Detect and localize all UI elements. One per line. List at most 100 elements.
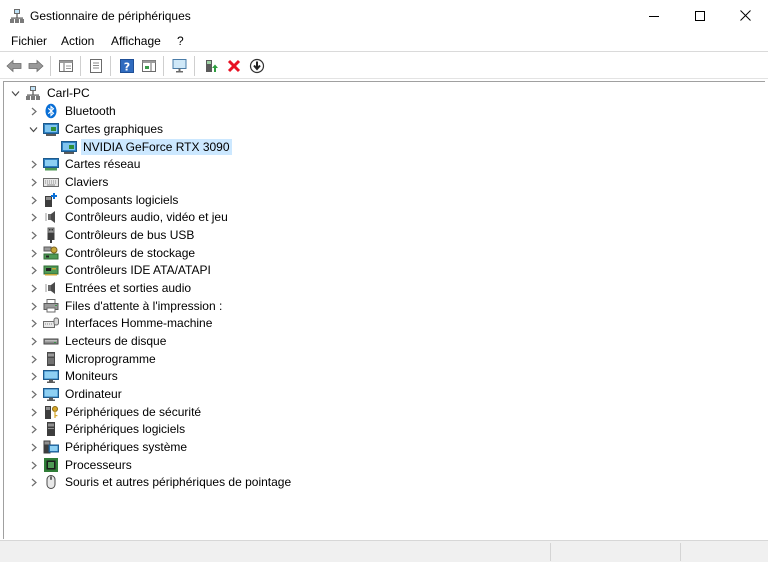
toolbar-separator — [194, 56, 195, 76]
display-adapter-icon — [61, 141, 77, 154]
chevron-right-icon[interactable] — [26, 297, 40, 315]
software-component-icon — [45, 193, 57, 207]
tree-category-print-queues[interactable]: Files d'attente à l'impression : — [26, 297, 224, 315]
tree-root-node[interactable]: Carl-PC — [8, 84, 92, 102]
minimize-icon — [649, 15, 659, 17]
forward-button[interactable] — [27, 57, 45, 75]
chevron-right-icon[interactable] — [26, 314, 40, 332]
tree-category-usb-controllers[interactable]: Contrôleurs de bus USB — [26, 226, 196, 244]
tree-category-software-devices[interactable]: Périphériques logiciels — [26, 420, 187, 438]
tree-category-label: Composants logiciels — [65, 193, 179, 207]
tree-category-mice[interactable]: Souris et autres périphériques de pointa… — [26, 473, 293, 491]
update-driver-button[interactable] — [202, 57, 220, 75]
storage-controller-icon — [43, 246, 59, 260]
tree-category-label: Périphériques système — [65, 440, 188, 454]
svg-text:?: ? — [124, 61, 130, 74]
chevron-right-icon[interactable] — [26, 385, 40, 403]
disable-device-button[interactable] — [248, 57, 266, 75]
tree-category-system-devices[interactable]: Périphériques système — [26, 438, 189, 456]
tree-category-network-adapters[interactable]: Cartes réseau — [26, 155, 142, 173]
chevron-right-icon[interactable] — [26, 420, 40, 438]
update-driver-icon — [206, 60, 218, 72]
window-title: Gestionnaire de périphériques — [30, 9, 191, 23]
chevron-right-icon[interactable] — [26, 456, 40, 474]
device-manager-icon — [10, 9, 24, 23]
chevron-right-icon[interactable] — [26, 173, 40, 191]
status-pane — [680, 543, 768, 561]
chevron-right-icon[interactable] — [26, 226, 40, 244]
chevron-right-icon[interactable] — [26, 279, 40, 297]
menu-affichage[interactable]: Affichage — [111, 34, 161, 48]
tree-category-label: Contrôleurs de stockage — [65, 246, 196, 260]
uninstall-device-icon — [227, 59, 241, 73]
chevron-right-icon[interactable] — [26, 208, 40, 226]
tree-category-processors[interactable]: Processeurs — [26, 456, 134, 474]
tree-category-label: Moniteurs — [65, 369, 118, 383]
tree-category-label: Contrôleurs audio, vidéo et jeu — [65, 210, 228, 224]
tree-category-audio-inputs-outputs[interactable]: Entrées et sorties audio — [26, 279, 193, 297]
tree-category-keyboards[interactable]: Claviers — [26, 173, 110, 191]
tree-category-label: Cartes réseau — [65, 157, 141, 171]
toolbar-separator — [163, 56, 164, 76]
minimize-button[interactable] — [631, 0, 677, 31]
properties-icon — [90, 59, 102, 73]
tree-category-sound-video-game-controllers[interactable]: Contrôleurs audio, vidéo et jeu — [26, 208, 230, 226]
toolbar-separator — [50, 56, 51, 76]
chevron-right-icon[interactable] — [26, 191, 40, 209]
tree-category-monitors[interactable]: Moniteurs — [26, 367, 120, 385]
tree-category-software-components[interactable]: Composants logiciels — [26, 191, 180, 209]
usb-icon — [47, 227, 55, 243]
display-adapter-icon — [43, 123, 59, 136]
maximize-button[interactable] — [677, 0, 723, 31]
chevron-right-icon[interactable] — [26, 261, 40, 279]
forward-arrow-icon — [28, 59, 44, 73]
chevron-right-icon[interactable] — [26, 403, 40, 421]
tree-device-nvidia-geforce-rtx-3090[interactable]: NVIDIA GeForce RTX 3090 — [44, 138, 232, 156]
uninstall-device-button[interactable] — [225, 57, 243, 75]
toolbar-separator — [110, 56, 111, 76]
speaker-icon — [45, 282, 55, 294]
chevron-right-icon[interactable] — [26, 367, 40, 385]
close-button[interactable] — [722, 0, 768, 31]
tree-category-disk-drives[interactable]: Lecteurs de disque — [26, 332, 168, 350]
action-pane-button[interactable] — [140, 57, 158, 75]
menu-action[interactable]: Action — [61, 34, 94, 48]
tree-category-bluetooth[interactable]: Bluetooth — [26, 102, 118, 120]
device-tree[interactable]: Carl-PC Bluetooth Cartes graphiques NVID… — [3, 81, 765, 539]
bluetooth-icon — [45, 103, 57, 119]
tree-category-computer[interactable]: Ordinateur — [26, 385, 124, 403]
system-device-icon — [43, 440, 59, 454]
show-hide-console-tree-button[interactable] — [57, 57, 75, 75]
chevron-right-icon[interactable] — [26, 350, 40, 368]
firmware-icon — [47, 352, 55, 366]
tree-category-ide-controllers[interactable]: Contrôleurs IDE ATA/ATAPI — [26, 261, 213, 279]
menu-help[interactable]: ? — [177, 34, 184, 48]
chevron-right-icon[interactable] — [26, 102, 40, 120]
chevron-down-icon[interactable] — [26, 120, 40, 138]
properties-button[interactable] — [87, 57, 105, 75]
tree-category-security-devices[interactable]: Périphériques de sécurité — [26, 403, 203, 421]
help-button[interactable]: ? — [118, 57, 136, 75]
tree-category-label: Interfaces Homme-machine — [65, 316, 213, 330]
title-bar: Gestionnaire de périphériques — [0, 0, 768, 31]
back-button[interactable] — [5, 57, 23, 75]
tree-category-human-interface-devices[interactable]: Interfaces Homme-machine — [26, 314, 214, 332]
chevron-right-icon[interactable] — [26, 473, 40, 491]
tree-category-label: Microprogramme — [65, 352, 156, 366]
chevron-right-icon[interactable] — [26, 155, 40, 173]
chevron-right-icon[interactable] — [26, 244, 40, 262]
chevron-right-icon[interactable] — [26, 438, 40, 456]
disable-device-icon — [249, 58, 265, 74]
menu-fichier[interactable]: Fichier — [11, 34, 47, 48]
tree-category-display-adapters[interactable]: Cartes graphiques — [26, 120, 165, 138]
chevron-down-icon[interactable] — [8, 84, 22, 102]
mouse-icon — [46, 475, 56, 489]
tree-device-label: NVIDIA GeForce RTX 3090 — [81, 139, 232, 155]
tree-category-firmware[interactable]: Microprogramme — [26, 350, 158, 368]
tree-category-storage-controllers[interactable]: Contrôleurs de stockage — [26, 244, 197, 262]
scan-hardware-changes-button[interactable] — [171, 57, 189, 75]
speaker-icon — [45, 211, 55, 223]
chevron-right-icon[interactable] — [26, 332, 40, 350]
tree-category-label: Périphériques de sécurité — [65, 405, 202, 419]
